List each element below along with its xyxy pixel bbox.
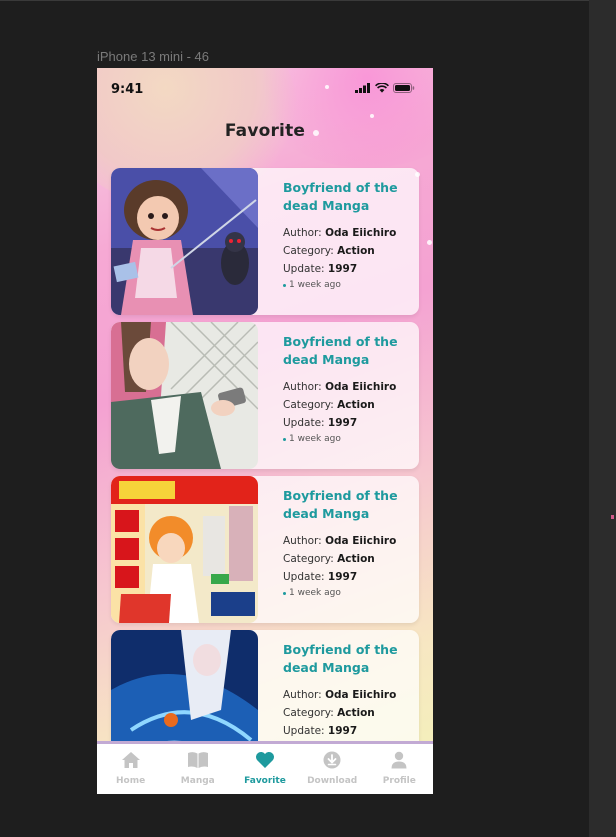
status-bar: 9:41 [97, 68, 433, 112]
bullet-dot-icon [283, 591, 286, 595]
background-sparkle [427, 240, 432, 245]
book-icon [187, 751, 209, 773]
background-sparkle [370, 114, 374, 118]
bottom-tab-bar: Home Manga Favorite Download Profile [97, 741, 433, 794]
author-value: Oda Eiichiro [325, 381, 397, 393]
manga-cover-image[interactable] [111, 476, 258, 623]
category-value: Action [337, 399, 375, 411]
tab-label: Profile [382, 776, 416, 786]
tab-label: Download [307, 776, 358, 786]
category-value: Action [337, 707, 375, 719]
status-time: 9:41 [111, 82, 144, 97]
battery-icon [393, 83, 415, 93]
author-label: Author: [283, 535, 322, 547]
bullet-dot-icon [283, 283, 286, 287]
tab-download[interactable]: Download [302, 744, 362, 786]
category-label: Category: [283, 707, 334, 719]
manga-meta: Author: Oda Eiichiro Category: Action Up… [283, 686, 411, 740]
update-value: 1997 [327, 417, 358, 429]
time-ago-text: 1 week ago [289, 280, 341, 290]
heart-icon [255, 751, 275, 773]
manga-title[interactable]: Boyfriend of the dead Manga [283, 179, 411, 215]
status-icons [355, 83, 415, 93]
author-label: Author: [283, 227, 322, 239]
author-label: Author: [283, 381, 322, 393]
manga-title[interactable]: Boyfriend of the dead Manga [283, 487, 411, 523]
favorite-list: Boyfriend of the dead Manga Author: Oda … [111, 168, 419, 784]
manga-title[interactable]: Boyfriend of the dead Manga [283, 641, 411, 677]
page-title: Favorite [224, 121, 306, 141]
tab-label: Favorite [244, 776, 286, 786]
tab-home[interactable]: Home [101, 744, 161, 786]
canvas-side-panel [589, 0, 616, 837]
person-icon [390, 751, 408, 773]
wifi-icon [375, 83, 389, 93]
time-ago: 1 week ago [283, 280, 411, 290]
signal-icon [355, 83, 371, 93]
manga-title[interactable]: Boyfriend of the dead Manga [283, 333, 411, 369]
update-value: 1997 [327, 725, 358, 737]
frame-label[interactable]: iPhone 13 mini - 46 [97, 49, 209, 64]
canvas-marker [611, 515, 614, 519]
time-ago-text: 1 week ago [289, 434, 341, 444]
update-label: Update: [283, 417, 325, 429]
update-value: 1997 [327, 571, 358, 583]
update-label: Update: [283, 725, 325, 737]
phone-screen: 9:41 Favorite Boyfriend of the dead Mang… [97, 68, 433, 794]
canvas-top-border [0, 0, 616, 1]
category-value: Action [337, 245, 375, 257]
update-label: Update: [283, 571, 325, 583]
author-value: Oda Eiichiro [325, 535, 397, 547]
manga-info: Boyfriend of the dead Manga Author: Oda … [283, 333, 411, 444]
manga-info: Boyfriend of the dead Manga Author: Oda … [283, 487, 411, 598]
tab-favorite[interactable]: Favorite [235, 744, 295, 786]
download-icon [323, 751, 341, 773]
manga-card[interactable]: Boyfriend of the dead Manga Author: Oda … [111, 168, 419, 315]
tab-label: Home [115, 776, 146, 786]
category-label: Category: [283, 245, 334, 257]
author-value: Oda Eiichiro [325, 227, 397, 239]
tab-manga[interactable]: Manga [168, 744, 228, 786]
category-label: Category: [283, 553, 334, 565]
category-label: Category: [283, 399, 334, 411]
tab-profile[interactable]: Profile [369, 744, 429, 786]
author-label: Author: [283, 689, 322, 701]
bullet-dot-icon [283, 437, 286, 441]
manga-cover-image[interactable] [111, 322, 258, 469]
time-ago: 1 week ago [283, 588, 411, 598]
manga-meta: Author: Oda Eiichiro Category: Action Up… [283, 224, 411, 278]
manga-cover-image[interactable] [111, 168, 258, 315]
manga-meta: Author: Oda Eiichiro Category: Action Up… [283, 378, 411, 432]
manga-info: Boyfriend of the dead Manga Author: Oda … [283, 641, 411, 740]
manga-info: Boyfriend of the dead Manga Author: Oda … [283, 179, 411, 290]
update-label: Update: [283, 263, 325, 275]
manga-card[interactable]: Boyfriend of the dead Manga Author: Oda … [111, 322, 419, 469]
manga-card[interactable]: Boyfriend of the dead Manga Author: Oda … [111, 476, 419, 623]
time-ago: 1 week ago [283, 434, 411, 444]
home-icon [121, 751, 141, 773]
author-value: Oda Eiichiro [325, 689, 397, 701]
tab-label: Manga [180, 776, 215, 786]
category-value: Action [337, 553, 375, 565]
manga-meta: Author: Oda Eiichiro Category: Action Up… [283, 532, 411, 586]
time-ago-text: 1 week ago [289, 588, 341, 598]
update-value: 1997 [327, 263, 358, 275]
